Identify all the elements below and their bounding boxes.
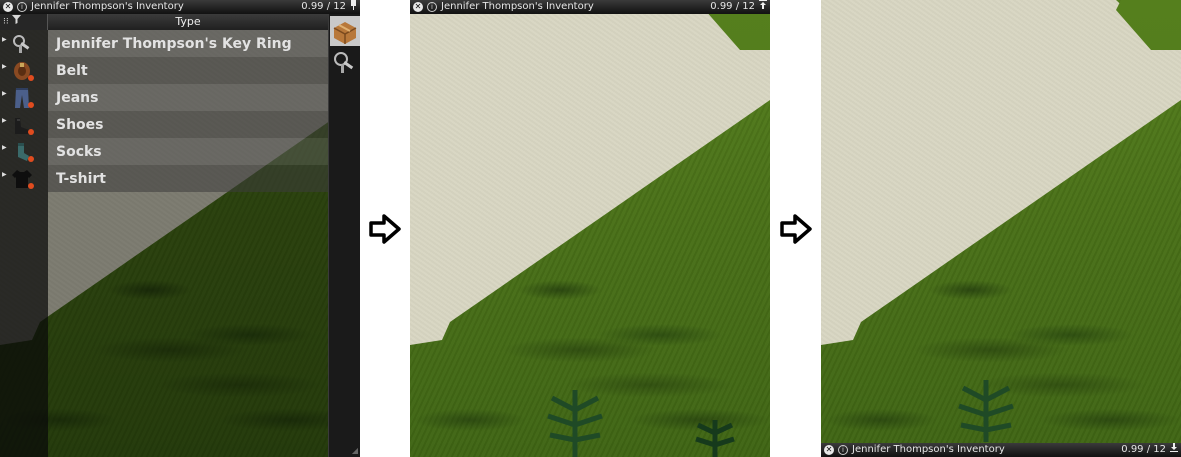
fern-plant xyxy=(958,380,1014,442)
container-button-main[interactable] xyxy=(330,16,360,46)
list-item-icon[interactable]: ▶ xyxy=(0,30,48,57)
list-item[interactable]: Jeans xyxy=(48,84,328,111)
equipped-dot xyxy=(28,183,34,189)
list-item-icon[interactable]: ▶ xyxy=(0,57,48,84)
inventory-title: Jennifer Thompson's Inventory xyxy=(852,444,1005,455)
weight-readout: 0.99 / 12 xyxy=(1121,444,1166,455)
list-item-icon[interactable]: ▶ xyxy=(0,111,48,138)
weight-readout: 0.99 / 12 xyxy=(710,1,755,12)
collapse-up-icon[interactable] xyxy=(759,0,767,14)
list-item[interactable]: Jennifer Thompson's Key Ring xyxy=(48,30,328,57)
item-list: Jennifer Thompson's Key Ring Belt Jeans … xyxy=(48,30,328,192)
list-item[interactable]: Belt xyxy=(48,57,328,84)
item-name: Belt xyxy=(56,62,88,79)
list-item[interactable]: Shoes xyxy=(48,111,328,138)
right-arrow-icon xyxy=(780,214,812,244)
item-name: T-shirt xyxy=(56,170,106,187)
expand-arrow-icon[interactable]: ▶ xyxy=(2,144,7,151)
close-icon[interactable]: ✕ xyxy=(824,445,834,455)
container-selector-strip xyxy=(328,14,360,457)
item-name: Shoes xyxy=(56,116,104,133)
sort-controls[interactable]: ⁝⁝ xyxy=(0,14,48,30)
column-header-row: ⁝⁝ Type xyxy=(0,14,328,30)
expand-arrow-icon[interactable]: ▶ xyxy=(2,171,7,178)
list-item-icon[interactable]: ▶ xyxy=(0,138,48,165)
item-name: Jennifer Thompson's Key Ring xyxy=(56,35,292,52)
expand-arrow-icon[interactable]: ▶ xyxy=(2,36,7,43)
container-button-keyring[interactable] xyxy=(330,48,360,78)
equipped-dot xyxy=(28,156,34,162)
close-icon[interactable]: ✕ xyxy=(3,2,13,12)
weight-readout: 0.99 / 12 xyxy=(301,1,346,12)
expanded-inventory-panel: ✕ i Jennifer Thompson's Inventory 0.99 /… xyxy=(0,0,360,457)
item-name: Jeans xyxy=(56,89,99,106)
pin-icon[interactable] xyxy=(350,0,357,15)
collapsed-top-panel: ✕ i Jennifer Thompson's Inventory 0.99 /… xyxy=(410,0,770,457)
sort-order-icon[interactable]: ⁝⁝ xyxy=(3,15,9,29)
equipped-dot xyxy=(28,75,34,81)
inventory-title: Jennifer Thompson's Inventory xyxy=(31,1,184,12)
close-icon[interactable]: ✕ xyxy=(413,2,423,12)
inventory-titlebar[interactable]: ✕ i Jennifer Thompson's Inventory 0.99 /… xyxy=(0,0,360,14)
item-name: Socks xyxy=(56,143,102,160)
right-arrow-icon xyxy=(369,214,401,244)
key-ring-icon xyxy=(13,35,30,53)
list-item[interactable]: Socks xyxy=(48,138,328,165)
resize-grip-icon[interactable]: ◢ xyxy=(352,446,358,455)
inventory-titlebar[interactable]: ✕ i Jennifer Thompson's Inventory 0.99 /… xyxy=(410,0,770,14)
expand-arrow-icon[interactable]: ▶ xyxy=(2,90,7,97)
equipped-dot xyxy=(28,102,34,108)
list-item[interactable]: T-shirt xyxy=(48,165,328,192)
item-icon-column: ▶ ▶ ▶ ▶ ▶ ▶ xyxy=(0,30,48,457)
backpack-box-icon xyxy=(333,22,357,44)
collapsed-bottom-panel: ✕ i Jennifer Thompson's Inventory 0.99 /… xyxy=(821,0,1181,457)
filter-icon[interactable] xyxy=(11,15,21,29)
fern-plant xyxy=(547,390,603,457)
info-icon[interactable]: i xyxy=(17,2,27,12)
list-item-icon[interactable]: ▶ xyxy=(0,165,48,192)
list-item-icon[interactable]: ▶ xyxy=(0,84,48,111)
expand-arrow-icon[interactable]: ▶ xyxy=(2,117,7,124)
info-icon[interactable]: i xyxy=(838,445,848,455)
key-ring-icon xyxy=(334,52,354,73)
type-column-header[interactable]: Type xyxy=(48,14,328,30)
info-icon[interactable]: i xyxy=(427,2,437,12)
expand-arrow-icon[interactable]: ▶ xyxy=(2,63,7,70)
inventory-titlebar[interactable]: ✕ i Jennifer Thompson's Inventory 0.99 /… xyxy=(821,443,1181,457)
fern-plant xyxy=(695,420,735,457)
collapse-down-icon[interactable] xyxy=(1170,443,1178,457)
equipped-dot xyxy=(28,129,34,135)
inventory-title: Jennifer Thompson's Inventory xyxy=(441,1,594,12)
